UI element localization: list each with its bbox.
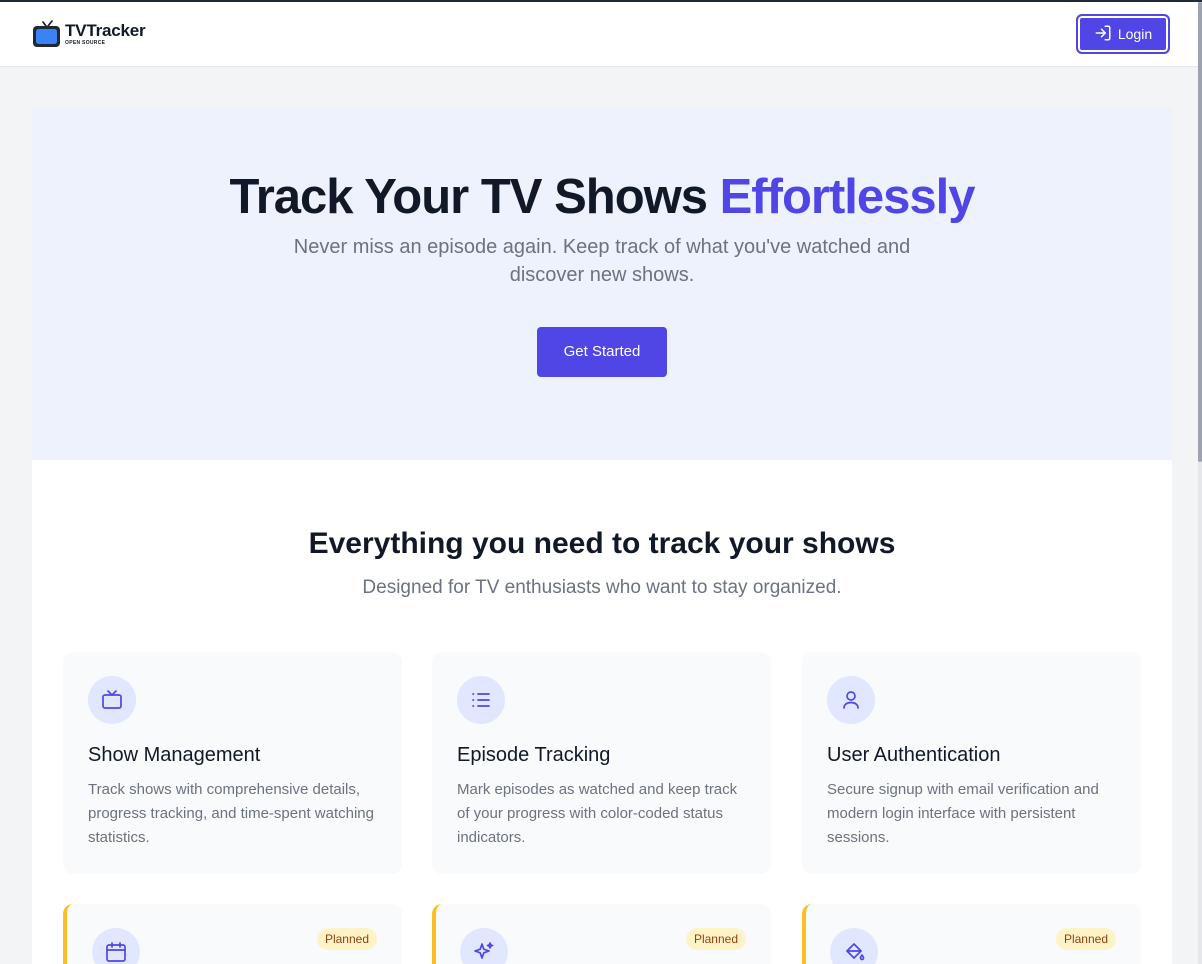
- scrollbar-thumb[interactable]: [1198, 2, 1202, 462]
- planned-badge: Planned: [685, 928, 746, 950]
- planned-feature-card-theming: Planned: [802, 904, 1141, 964]
- planned-badge: Planned: [1055, 928, 1116, 950]
- list-icon: [457, 676, 505, 724]
- feature-card-episode-tracking: Episode Tracking Mark episodes as watche…: [432, 652, 771, 874]
- logo-text: TVTracker OPEN SOURCE: [65, 21, 146, 46]
- login-label: Login: [1117, 26, 1153, 42]
- feature-card-show-management: Show Management Track shows with compreh…: [63, 652, 402, 874]
- feature-card-user-authentication: User Authentication Secure signup with e…: [802, 652, 1141, 874]
- feature-card-description: Mark episodes as watched and keep track …: [457, 781, 738, 846]
- planned-badge: Planned: [316, 928, 377, 950]
- logo-subtitle: OPEN SOURCE: [65, 40, 106, 46]
- logo-name: TVTracker: [65, 21, 146, 40]
- user-icon: [827, 676, 875, 724]
- paint-bucket-icon: [830, 928, 878, 964]
- sparkles-icon: [460, 928, 508, 964]
- feature-card-description: Track shows with comprehensive details, …: [88, 781, 374, 846]
- hero-title-main: Track Your TV Shows: [229, 170, 708, 224]
- app-logo[interactable]: TVTracker OPEN SOURCE: [32, 19, 146, 49]
- planned-feature-card-calendar: Planned: [63, 904, 402, 964]
- hero-title-accent: Effortlessly: [719, 170, 976, 224]
- get-started-button[interactable]: Get Started: [537, 327, 667, 377]
- hero-subtitle: Never miss an episode again. Keep track …: [293, 236, 911, 286]
- feature-card-title: User Authentication: [827, 744, 1001, 766]
- calendar-icon: [92, 928, 140, 964]
- features-title: Everything you need to track your shows: [308, 527, 896, 560]
- login-icon: [1094, 24, 1112, 45]
- tv-icon: [88, 676, 136, 724]
- login-button[interactable]: Login: [1076, 14, 1170, 54]
- planned-feature-card-sparkles: Planned: [432, 904, 771, 964]
- feature-card-title: Episode Tracking: [457, 744, 611, 766]
- top-navbar: TVTracker OPEN SOURCE Login: [0, 2, 1198, 67]
- tv-logo-icon: [32, 19, 62, 49]
- hero-title: Track Your TV Shows Effortlessly: [32, 169, 1172, 225]
- page-scrollbar[interactable]: [1198, 2, 1202, 964]
- hero-section: Track Your TV Shows Effortlessly Never m…: [32, 107, 1172, 460]
- features-subtitle: Designed for TV enthusiasts who want to …: [362, 577, 842, 598]
- feature-card-description: Secure signup with email verification an…: [827, 781, 1099, 846]
- feature-card-title: Show Management: [88, 744, 261, 766]
- features-section: Everything you need to track your shows …: [32, 460, 1172, 964]
